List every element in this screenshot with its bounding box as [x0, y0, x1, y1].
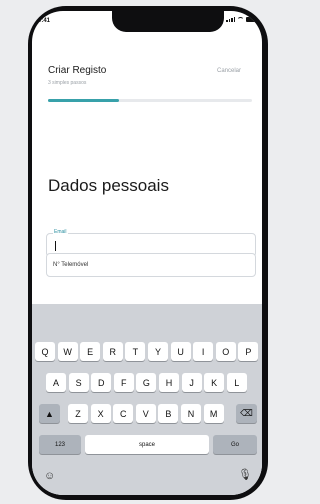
- battery-icon: [246, 17, 256, 22]
- key-x[interactable]: X: [90, 404, 111, 423]
- key-m[interactable]: M: [203, 404, 224, 423]
- phone-screen: 9:41 Criar Registo 3 simples passos Canc…: [32, 11, 262, 495]
- progress-fill: [48, 99, 120, 102]
- key-q[interactable]: Q: [35, 342, 55, 361]
- page-title: Criar Registo: [48, 65, 107, 76]
- backspace-key[interactable]: ⌫: [236, 404, 257, 423]
- phone-placeholder: N° Telemóvel: [53, 262, 89, 268]
- mic-icon[interactable]: 🎙: [238, 468, 252, 481]
- key-n[interactable]: N: [181, 404, 201, 423]
- email-label: Email: [53, 229, 68, 235]
- status-icons: [226, 17, 256, 22]
- keyboard: ▲ ⌫ 123 space Go ☺ 🎙 QWERTYUIOP ASDFGHJKL…: [32, 304, 262, 495]
- key-w[interactable]: W: [57, 342, 78, 361]
- key-k[interactable]: K: [204, 373, 225, 392]
- key-p[interactable]: P: [238, 342, 259, 361]
- key-t[interactable]: T: [125, 342, 146, 361]
- space-key[interactable]: space: [85, 435, 209, 454]
- emoji-icon[interactable]: ☺: [44, 470, 55, 482]
- key-a[interactable]: A: [46, 373, 66, 392]
- key-j[interactable]: J: [181, 373, 202, 392]
- shift-icon: ▲: [45, 408, 54, 419]
- key-z[interactable]: Z: [68, 404, 88, 423]
- key-s[interactable]: S: [68, 373, 89, 392]
- wifi-icon: [237, 17, 244, 22]
- key-y[interactable]: Y: [148, 342, 168, 361]
- phone-field[interactable]: N° Telemóvel: [46, 253, 256, 277]
- key-g[interactable]: G: [136, 373, 157, 392]
- section-heading: Dados pessoais: [48, 176, 169, 195]
- key-c[interactable]: C: [113, 404, 134, 423]
- key-e[interactable]: E: [80, 342, 101, 361]
- status-time: 9:41: [38, 18, 51, 24]
- key-i[interactable]: I: [193, 342, 214, 361]
- page-subtitle: 3 simples passos: [48, 80, 87, 86]
- key-b[interactable]: B: [158, 404, 179, 423]
- numbers-key[interactable]: 123: [39, 435, 81, 454]
- text-caret: [55, 241, 56, 251]
- backspace-icon: ⌫: [240, 408, 253, 418]
- go-key[interactable]: Go: [213, 435, 257, 454]
- signal-icon: [226, 17, 235, 22]
- key-o[interactable]: O: [215, 342, 236, 361]
- shift-key[interactable]: ▲: [39, 404, 60, 423]
- key-h[interactable]: H: [159, 373, 179, 392]
- key-d[interactable]: D: [91, 373, 112, 392]
- progress-bar: [48, 99, 252, 102]
- key-v[interactable]: V: [135, 404, 156, 423]
- notch: [112, 11, 224, 32]
- key-l[interactable]: L: [226, 373, 247, 392]
- key-u[interactable]: U: [170, 342, 191, 361]
- key-f[interactable]: F: [113, 373, 134, 392]
- cancel-button[interactable]: Cancelar: [217, 68, 241, 74]
- key-r[interactable]: R: [102, 342, 123, 361]
